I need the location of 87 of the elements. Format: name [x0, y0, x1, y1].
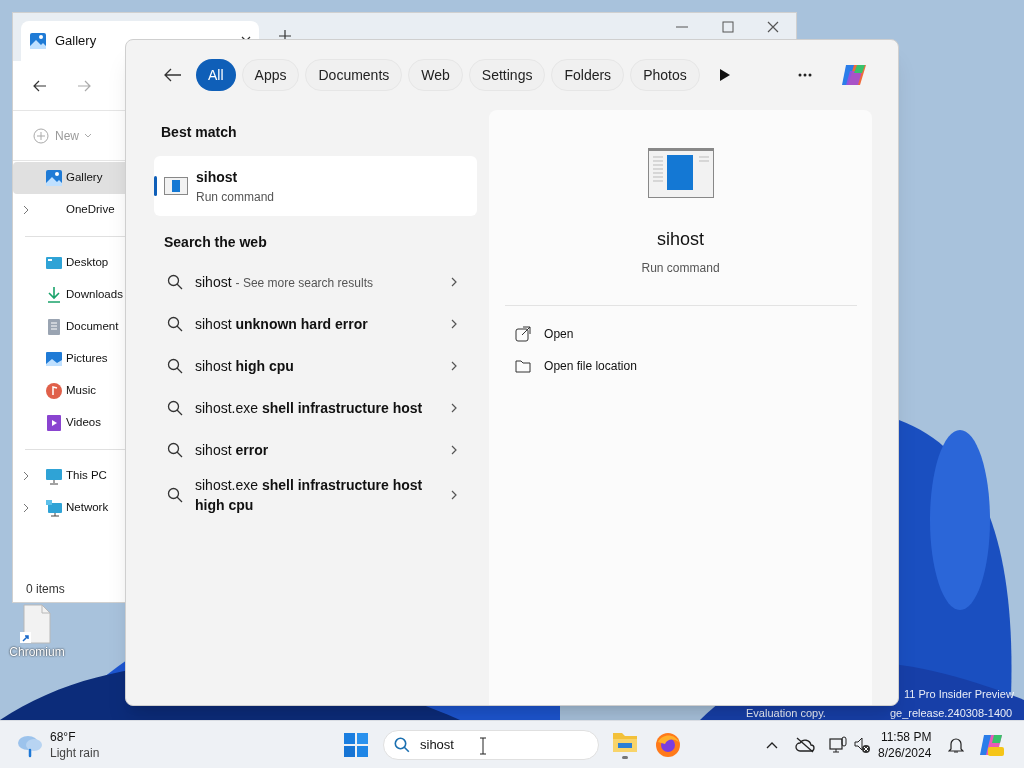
nav-item[interactable]: Videos [13, 407, 125, 439]
action-link[interactable]: Open [515, 318, 872, 350]
monitor-icon[interactable] [829, 736, 847, 754]
web-result-item[interactable]: sihost unknown hard error [154, 303, 478, 345]
desktop-icon [45, 254, 63, 272]
desktop-icon-label: Chromium [9, 644, 65, 660]
folder-icon [515, 358, 532, 374]
nav-item[interactable]: OneDrive [13, 194, 125, 226]
watermark-text: ge_release.240308-1400 [889, 706, 1013, 721]
preview-subtitle: Run command [641, 260, 720, 277]
section-heading: Search the web [163, 233, 268, 252]
web-result-item[interactable]: sihost high cpu [154, 345, 478, 387]
file-explorer-button[interactable] [612, 731, 638, 759]
caret-icon [85, 133, 91, 138]
chevron-right-icon [451, 319, 458, 329]
nav-item[interactable]: Downloads [13, 279, 125, 311]
network-icon [45, 499, 63, 517]
chevron-right-icon [451, 490, 458, 500]
more-icon[interactable] [798, 73, 812, 77]
windows-start-icon[interactable] [344, 733, 368, 757]
filter-chip[interactable]: Web [408, 59, 463, 91]
search-icon [167, 442, 183, 458]
gallery-icon [29, 32, 47, 50]
plus-circle-icon [33, 127, 49, 144]
filter-chip[interactable]: Photos [630, 59, 700, 91]
nav-item[interactable]: Gallery [13, 162, 125, 194]
document-icon [45, 318, 63, 336]
app-window-icon [647, 148, 714, 198]
nav-item[interactable]: Pictures [13, 343, 125, 375]
chevron-right-icon [451, 361, 458, 371]
browser-icon[interactable] [655, 732, 681, 758]
monitor-icon [45, 467, 63, 485]
app-window-icon [164, 177, 188, 195]
close-icon[interactable] [767, 21, 779, 33]
web-result-item[interactable]: sihost.exe shell infrastructure host high cpu [154, 471, 478, 519]
result-title: sihost [196, 167, 239, 187]
watermark-text: Evaluation copy. [746, 706, 826, 721]
nav-item[interactable]: This PC [13, 460, 125, 492]
speaker-muted-icon[interactable] [853, 736, 871, 754]
filter-chip[interactable]: Apps [241, 59, 300, 91]
filter-chip[interactable]: Documents [305, 59, 403, 91]
gallery-icon [45, 169, 63, 187]
chevron-right-icon [451, 277, 458, 287]
best-match-item[interactable]: sihost Run command [154, 156, 478, 216]
chevron-right-icon [451, 403, 458, 413]
back-arrow-icon[interactable] [164, 68, 182, 82]
web-result-item[interactable]: sihost error [154, 429, 478, 471]
search-icon [167, 487, 183, 503]
section-heading: Best match [160, 123, 238, 142]
play-icon[interactable] [719, 69, 730, 81]
status-bar-text: 0 items [25, 581, 66, 598]
result-subtitle: Run command [196, 188, 275, 206]
search-field[interactable]: sihost [383, 730, 599, 760]
chevron-right-icon [451, 445, 458, 455]
chevron-up-icon[interactable] [766, 741, 778, 749]
web-result-item[interactable]: sihost - See more search results [154, 261, 478, 303]
nav-item[interactable]: Desktop [13, 247, 125, 279]
text-cursor-icon [479, 737, 487, 755]
watermark-text: 11 Pro Insider Preview [904, 687, 1014, 702]
maximize-icon[interactable] [722, 21, 734, 33]
clock[interactable]: 11:58 PM 8/26/2024 [878, 729, 932, 761]
nav-item[interactable]: Document [13, 311, 125, 343]
copilot-icon[interactable] [979, 732, 1005, 758]
back-arrow-icon[interactable] [33, 79, 47, 92]
filter-chip[interactable]: Folders [551, 59, 625, 91]
picture-icon [45, 350, 63, 368]
folder-icon [612, 731, 638, 753]
search-icon [167, 358, 183, 374]
tab-title: Gallery [55, 32, 98, 51]
action-link[interactable]: Open file location [515, 350, 872, 382]
video-icon [45, 414, 63, 432]
nav-item[interactable]: Network [13, 492, 125, 524]
music-icon [45, 382, 63, 400]
search-icon [394, 737, 410, 753]
bell-icon[interactable] [948, 736, 964, 754]
web-result-item[interactable]: sihost.exe shell infrastructure host [154, 387, 478, 429]
filter-chip[interactable]: Settings [468, 59, 546, 91]
download-icon [45, 286, 63, 304]
weather-widget[interactable]: 68°F Light rain [16, 729, 100, 761]
external-link-icon [515, 326, 532, 342]
search-icon [167, 274, 183, 290]
search-icon [167, 316, 183, 332]
nav-item[interactable]: Music [13, 375, 125, 407]
cloud-off-icon[interactable] [795, 737, 815, 753]
filter-chip[interactable]: All [196, 59, 236, 91]
preview-title: sihost [657, 228, 705, 251]
search-icon [167, 400, 183, 416]
